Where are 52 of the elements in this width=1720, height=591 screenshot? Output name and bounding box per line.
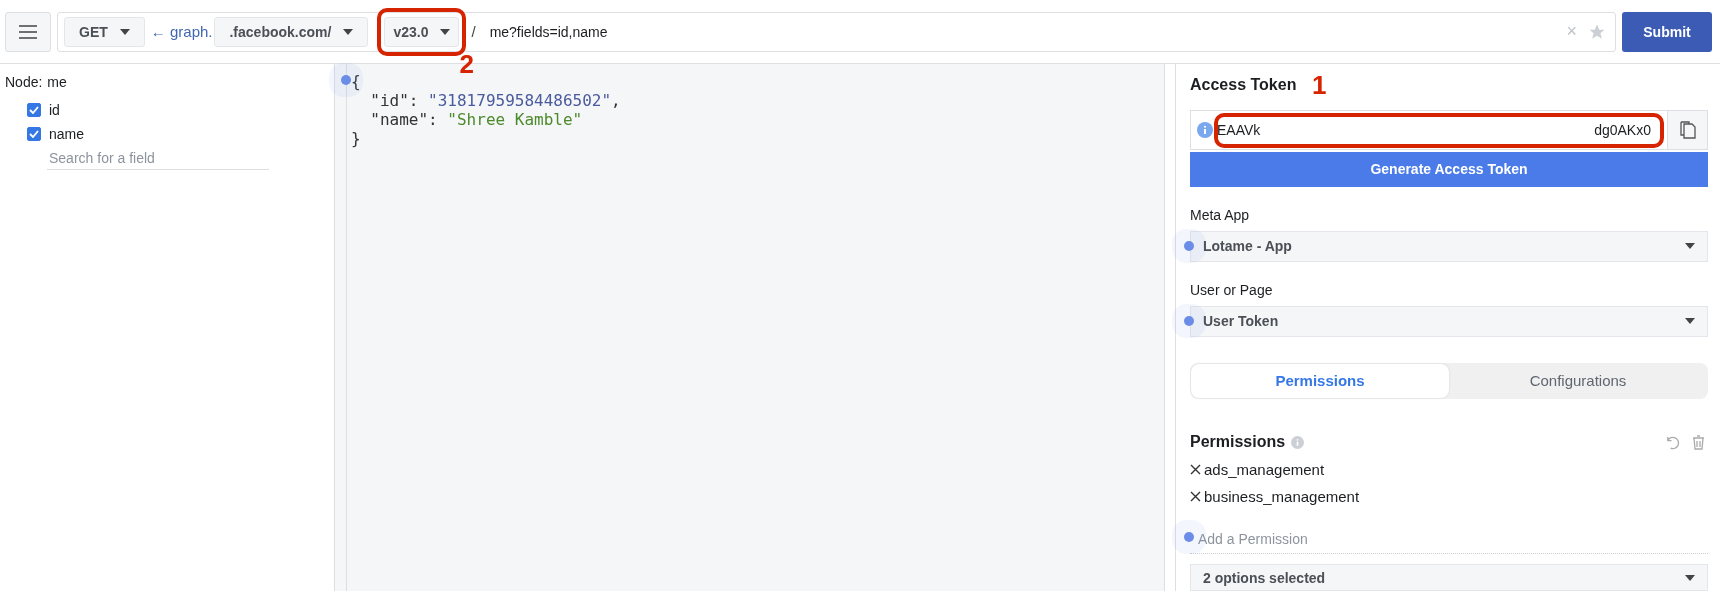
token-start: EAAVk [1217, 122, 1261, 138]
path-separator: / [471, 23, 476, 40]
marker-dot [341, 75, 351, 85]
caret-icon [343, 28, 354, 35]
marker-dot [1184, 315, 1194, 326]
add-permission-field[interactable]: Add a Permission [1190, 527, 1708, 555]
close-icon [1190, 491, 1201, 503]
copy-icon [1679, 121, 1696, 139]
version-dropdown[interactable]: v23.0 [384, 16, 460, 47]
caret-icon [1685, 574, 1695, 581]
caret-icon [1685, 243, 1695, 250]
field-checkbox[interactable] [27, 103, 41, 117]
annotation-number: 1 [1312, 70, 1327, 101]
token-type-select[interactable]: User Token [1190, 305, 1708, 337]
permission-name: ads_management [1204, 461, 1325, 479]
permissions-title: Permissions [1190, 433, 1286, 452]
field-label: User or Page [1190, 281, 1274, 298]
tab[interactable]: Configurations [1449, 363, 1707, 399]
node-label: Node: [5, 74, 43, 90]
permissions-select[interactable]: 2 options selected [1190, 564, 1708, 591]
menu-icon [19, 24, 37, 39]
undo-icon [1665, 434, 1680, 450]
submit-button[interactable]: Submit [1622, 11, 1712, 52]
close-icon [1190, 464, 1201, 476]
marker-dot [1184, 240, 1194, 251]
caret-icon [1685, 318, 1695, 325]
path-input[interactable]: me?fields=id,name [487, 22, 1559, 41]
access-token-title: Access Token [1190, 76, 1297, 94]
field-label: Meta App [1190, 206, 1251, 223]
remove-button[interactable] [1190, 491, 1201, 503]
caret-icon [119, 28, 130, 35]
caret-icon [440, 28, 451, 35]
menu-button[interactable] [5, 11, 51, 52]
info-icon [1197, 122, 1213, 138]
field-name: name [49, 126, 85, 142]
field-checkbox[interactable] [27, 127, 41, 141]
field-name: id [49, 102, 60, 118]
token-field[interactable]: EAAVk dg0AKx0 [1190, 110, 1708, 150]
token-end: dg0AKx0 [1594, 122, 1651, 138]
marker-dot [1184, 532, 1194, 543]
host-dropdown[interactable]: .facebook.com/ [214, 16, 369, 47]
copy-button[interactable] [1667, 111, 1707, 149]
trash-icon [1692, 434, 1705, 450]
permission-name: business_management [1204, 488, 1360, 506]
remove-button[interactable] [1190, 464, 1201, 476]
info-icon [1291, 435, 1305, 449]
app-select[interactable]: Lotame - App [1190, 230, 1708, 262]
node-name: me [47, 74, 67, 90]
tab[interactable]: Permissions [1191, 363, 1449, 399]
method-dropdown[interactable]: GET [64, 16, 145, 47]
host-link[interactable]: ← graph. [150, 23, 213, 40]
generate-token-button[interactable]: Generate Access Token [1190, 152, 1708, 187]
